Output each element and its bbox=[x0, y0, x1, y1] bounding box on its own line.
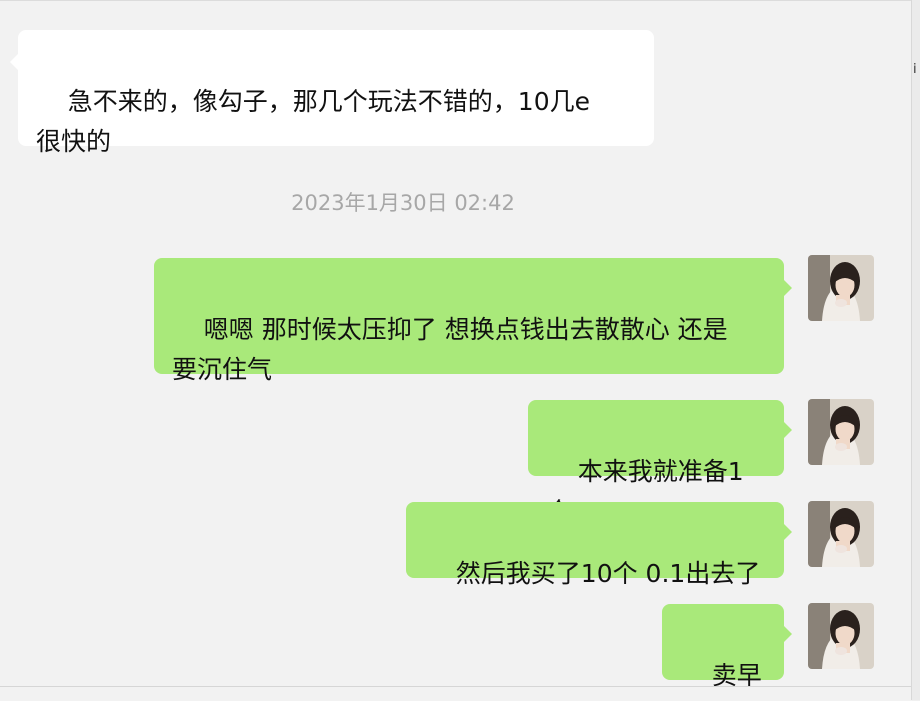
side-panel-edge: i bbox=[911, 0, 920, 700]
outgoing-bubble-tail bbox=[784, 422, 792, 438]
outgoing-bubble-tail bbox=[784, 280, 792, 296]
incoming-bubble-tail bbox=[10, 54, 18, 70]
avatar-photo-icon bbox=[808, 255, 874, 321]
outgoing-message-bubble[interactable]: 本来我就准备1个 bbox=[528, 400, 784, 526]
outgoing-bubble-tail bbox=[784, 524, 792, 540]
outgoing-message-bubble[interactable]: 卖早了 bbox=[662, 604, 784, 690]
avatar[interactable] bbox=[808, 255, 874, 321]
avatar-photo-icon bbox=[808, 399, 874, 465]
outgoing-message-text: 嗯嗯 那时候太压抑了 想换点钱出去散散心 还是 要沉住气 bbox=[172, 315, 728, 384]
avatar[interactable] bbox=[808, 399, 874, 465]
side-panel-glyph-icon: i bbox=[913, 62, 917, 77]
input-area-divider bbox=[0, 686, 912, 687]
chat-message-area[interactable]: 急不来的，像勾子，那几个玩法不错的，10几e 很快的 2023年1月30日 02… bbox=[0, 0, 912, 701]
outgoing-bubble-tail bbox=[784, 626, 792, 642]
outgoing-message-bubble[interactable]: 嗯嗯 那时候太压抑了 想换点钱出去散散心 还是 要沉住气 bbox=[154, 258, 784, 384]
avatar[interactable] bbox=[808, 501, 874, 567]
avatar-photo-icon bbox=[808, 501, 874, 567]
avatar[interactable] bbox=[808, 603, 874, 669]
outgoing-message-bubble[interactable]: 然后我买了10个 0.1出去了 bbox=[406, 502, 784, 588]
incoming-message-text: 急不来的，像勾子，那几个玩法不错的，10几e 很快的 bbox=[36, 87, 590, 156]
incoming-message-bubble[interactable]: 急不来的，像勾子，那几个玩法不错的，10几e 很快的 bbox=[18, 30, 654, 156]
outgoing-message-text: 卖早了 bbox=[711, 661, 762, 690]
outgoing-message-text: 然后我买了10个 0.1出去了 bbox=[455, 559, 761, 588]
message-timestamp: 2023年1月30日 02:42 bbox=[291, 191, 515, 215]
avatar-photo-icon bbox=[808, 603, 874, 669]
